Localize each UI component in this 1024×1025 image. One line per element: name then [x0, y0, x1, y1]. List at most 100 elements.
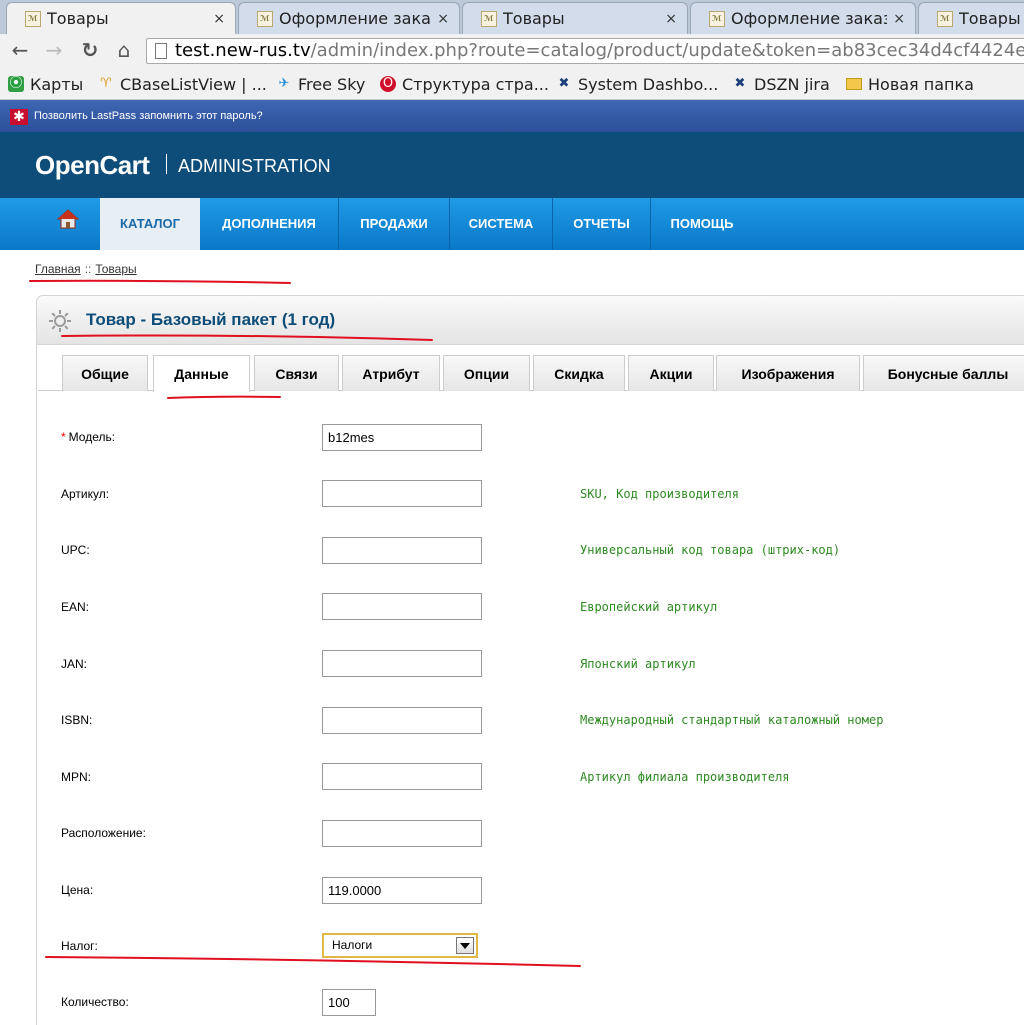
- mpn-input[interactable]: [322, 763, 482, 790]
- tab-title: Товары: [959, 9, 1021, 28]
- close-tab-icon[interactable]: ×: [437, 11, 449, 27]
- mpn-label: MPN:: [61, 770, 91, 784]
- required-mark: *: [61, 430, 66, 444]
- sku-label: Артикул:: [61, 487, 110, 501]
- tab-title: Товары: [503, 9, 565, 28]
- location-label: Расположение:: [61, 826, 146, 840]
- ean-input[interactable]: [322, 593, 482, 620]
- lastpass-prompt[interactable]: Позволить LastPass запомнить этот пароль…: [34, 110, 263, 122]
- tab-links[interactable]: Связи: [254, 355, 339, 391]
- bookmark-label: CBaseListView | ...: [120, 74, 267, 94]
- bookmark-label: DSZN jira: [754, 74, 830, 94]
- jira-icon: ✖: [558, 76, 570, 91]
- bookmark-structure[interactable]: O Структура стра...: [380, 73, 549, 95]
- page-title: Товар - Базовый пакет (1 год): [86, 310, 336, 329]
- dropdown-arrow-icon[interactable]: [456, 937, 474, 954]
- tab-title: Оформление заказа: [731, 9, 888, 28]
- tax-select[interactable]: Налоги: [322, 933, 478, 958]
- menu-catalog[interactable]: КАТАЛОГ: [100, 198, 200, 250]
- jira-icon: ✖: [734, 76, 746, 91]
- bookmark-new-folder[interactable]: Новая папка: [846, 73, 974, 95]
- jan-hint: Японский артикул: [580, 657, 696, 671]
- quantity-label: Количество:: [61, 995, 129, 1009]
- tab-images[interactable]: Изображения: [716, 355, 860, 391]
- jan-input[interactable]: [322, 650, 482, 677]
- home-icon[interactable]: ⌂: [112, 38, 136, 62]
- tab-discount[interactable]: Скидка: [533, 355, 625, 391]
- sku-hint: SKU, Код производителя: [580, 487, 739, 501]
- tab-title: Оформление заказа: [279, 9, 431, 28]
- bookmark-free-sky[interactable]: ✈ Free Sky: [276, 73, 366, 95]
- breadcrumb-products-link[interactable]: Товары: [95, 262, 136, 276]
- back-arrow-icon[interactable]: ←: [8, 38, 32, 62]
- site-favicon-icon: ℳ: [709, 10, 725, 27]
- browser-tab-products[interactable]: ℳ Товары ×: [6, 2, 236, 34]
- bookmark-cbaselistview[interactable]: ♈ CBaseListView | ...: [98, 73, 267, 95]
- tab-title: Товары: [47, 9, 109, 28]
- model-input[interactable]: [322, 424, 482, 451]
- tax-selected-value: Налоги: [332, 938, 373, 952]
- close-tab-icon[interactable]: ×: [893, 11, 905, 27]
- tab-specials[interactable]: Акции: [628, 355, 714, 391]
- bird-icon: ♈: [100, 76, 112, 91]
- folder-icon: [846, 78, 862, 90]
- close-tab-icon[interactable]: ×: [213, 11, 225, 27]
- breadcrumb: Главная:: Товары: [35, 262, 137, 276]
- site-favicon-icon: ℳ: [937, 10, 953, 27]
- breadcrumb-underline: [29, 279, 291, 284]
- upc-input[interactable]: [322, 537, 482, 564]
- plane-icon: ✈: [278, 76, 290, 91]
- bookmark-label: System Dashbo...: [578, 74, 719, 94]
- menu-help[interactable]: ПОМОЩЬ: [651, 198, 753, 250]
- forward-arrow-icon[interactable]: →: [42, 38, 66, 62]
- menu-system[interactable]: СИСТЕМА: [450, 198, 553, 250]
- browser-tab-checkout[interactable]: ℳ Оформление заказа ×: [238, 2, 460, 34]
- url-host: test.new-rus.tv: [175, 40, 311, 61]
- bookmark-label: Новая папка: [868, 74, 974, 94]
- browser-tab-checkout-2[interactable]: ℳ Оформление заказа ×: [690, 2, 916, 34]
- bookmark-system-dashboard[interactable]: ✖ System Dashbo...: [556, 73, 719, 95]
- quantity-input[interactable]: [322, 989, 376, 1016]
- ean-hint: Европейский артикул: [580, 600, 718, 614]
- bookmark-label: Free Sky: [298, 74, 366, 94]
- mpn-hint: Артикул филиала производителя: [580, 770, 790, 784]
- close-tab-icon[interactable]: ×: [665, 11, 677, 27]
- browser-toolbar: ← → ↻ ⌂ test.new-rus.tv/admin/index.php?…: [0, 34, 1024, 68]
- site-favicon-icon: ℳ: [25, 10, 41, 27]
- lastpass-bar: ✱ Позволить LastPass запомнить этот паро…: [0, 100, 1024, 132]
- location-input[interactable]: [322, 820, 482, 847]
- tab-attribute[interactable]: Атрибут: [342, 355, 440, 391]
- bookmark-label: Структура стра...: [402, 74, 549, 94]
- isbn-input[interactable]: [322, 707, 482, 734]
- model-label: * Модель:: [61, 430, 115, 444]
- page-icon: [155, 43, 167, 59]
- model-label-text: Модель:: [68, 430, 116, 444]
- home-icon[interactable]: [57, 208, 79, 230]
- opencart-logo[interactable]: OpenCart: [35, 150, 150, 181]
- menu-extensions[interactable]: ДОПОЛНЕНИЯ: [200, 198, 339, 250]
- reload-icon[interactable]: ↻: [78, 38, 102, 62]
- header-separator: [166, 154, 167, 174]
- site-favicon-icon: ℳ: [257, 10, 273, 27]
- menu-reports[interactable]: ОТЧЕТЫ: [553, 198, 651, 250]
- tab-reward-points[interactable]: Бонусные баллы: [863, 355, 1024, 391]
- url-path: /admin/index.php?route=catalog/product/u…: [310, 40, 1024, 61]
- price-input[interactable]: [322, 877, 482, 904]
- bookmark-dszn-jira[interactable]: ✖ DSZN jira: [732, 73, 830, 95]
- opera-icon: O: [380, 76, 396, 92]
- tab-options[interactable]: Опции: [443, 355, 530, 391]
- menu-sales[interactable]: ПРОДАЖИ: [339, 198, 450, 250]
- main-menu: КАТАЛОГ ДОПОЛНЕНИЯ ПРОДАЖИ СИСТЕМА ОТЧЕТ…: [0, 198, 1024, 250]
- browser-tab-products-3[interactable]: ℳ Товары: [918, 2, 1024, 34]
- tab-general[interactable]: Общие: [62, 355, 148, 391]
- lastpass-asterisk-icon: ✱: [10, 109, 28, 125]
- price-label: Цена:: [61, 883, 94, 897]
- ean-label: EAN:: [61, 600, 90, 614]
- tab-data[interactable]: Данные: [153, 355, 250, 392]
- address-bar[interactable]: test.new-rus.tv/admin/index.php?route=ca…: [146, 38, 1024, 64]
- sku-input[interactable]: [322, 480, 482, 507]
- browser-tab-products-2[interactable]: ℳ Товары ×: [462, 2, 688, 34]
- bookmark-maps[interactable]: ⦿ Карты: [8, 73, 83, 95]
- breadcrumb-home-link[interactable]: Главная: [35, 262, 81, 276]
- product-form-body: [36, 345, 1024, 1025]
